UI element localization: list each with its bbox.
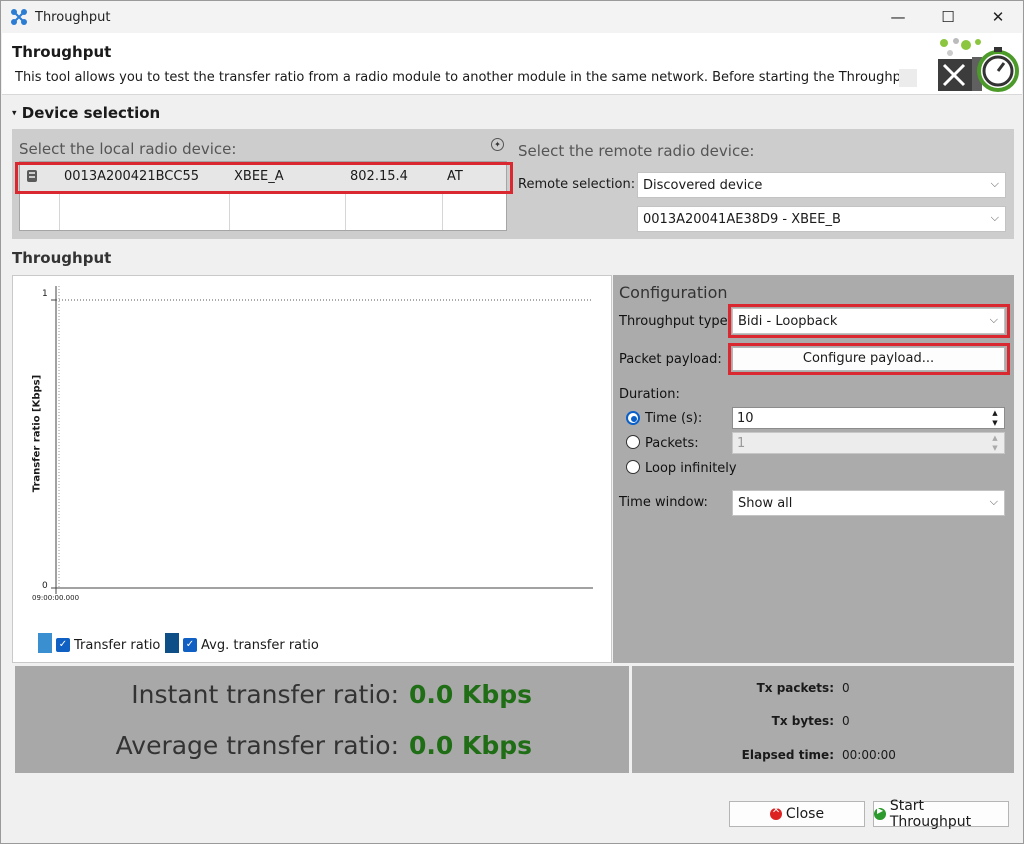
remote-device-label: Select the remote radio device: bbox=[518, 142, 755, 160]
remote-device-dropdown[interactable]: 0013A20041AE38D9 - XBEE_B ⌵ bbox=[637, 206, 1006, 232]
throughput-window: Throughput — ☐ ✕ Throughput This tool al… bbox=[0, 0, 1024, 844]
y-tick-top: 1 bbox=[42, 289, 48, 299]
legend-avg-checkbox[interactable]: ✓ bbox=[183, 638, 197, 652]
throughput-type-label: Throughput type bbox=[619, 314, 728, 329]
header-description: This tool allows you to test the transfe… bbox=[15, 70, 915, 85]
elapsed-time-value: 00:00:00 bbox=[842, 748, 896, 762]
close-window-button[interactable]: ✕ bbox=[973, 1, 1023, 33]
configuration-panel: Configuration Throughput type Bidi - Loo… bbox=[613, 275, 1014, 663]
packets-label: Packets: bbox=[645, 436, 699, 451]
throughput-tool-icon bbox=[930, 35, 1022, 95]
spinner-arrows-icon[interactable]: ▲ ▼ bbox=[986, 408, 1004, 428]
configuration-title: Configuration bbox=[619, 283, 728, 302]
legend-transfer-label: Transfer ratio bbox=[74, 638, 161, 653]
close-circle-icon: ✕ bbox=[769, 805, 782, 820]
legend-avg-label: Avg. transfer ratio bbox=[201, 638, 319, 653]
time-window-dropdown[interactable]: Show all ⌵ bbox=[732, 490, 1005, 516]
title-bar: Throughput — ☐ ✕ bbox=[1, 1, 1023, 33]
packets-spinner: 1 ▲ ▼ bbox=[732, 432, 1005, 454]
throughput-chart: 1 0 09:00:00.000 Transfer ratio [Kbps] ✓… bbox=[12, 275, 612, 663]
remote-selection-dropdown[interactable]: Discovered device ⌵ bbox=[637, 172, 1006, 198]
instant-ratio-label: Instant transfer ratio: bbox=[131, 680, 399, 709]
tx-packets-label: Tx packets: bbox=[756, 681, 834, 695]
xctu-app-icon bbox=[10, 8, 28, 26]
description-scroll-box bbox=[899, 69, 917, 87]
spinner-arrows-icon: ▲ ▼ bbox=[992, 434, 998, 452]
tx-packets-value: 0 bbox=[842, 681, 850, 695]
throughput-section-header: Throughput bbox=[12, 249, 112, 267]
packets-radio[interactable] bbox=[626, 435, 640, 449]
loop-infinitely-radio[interactable] bbox=[626, 460, 640, 474]
packet-payload-label: Packet payload: bbox=[619, 352, 722, 367]
chart-canvas bbox=[51, 286, 593, 594]
legend-avg-swatch bbox=[165, 633, 179, 653]
configure-payload-highlight bbox=[728, 343, 1010, 375]
close-button[interactable]: ✕ Close bbox=[729, 801, 865, 827]
transfer-ratio-stats: Instant transfer ratio: 0.0 Kbps Average… bbox=[15, 666, 629, 773]
throughput-type-highlight bbox=[728, 304, 1010, 338]
packet-stats: Tx packets: 0 Tx bytes: 0 Elapsed time: … bbox=[632, 666, 1014, 773]
header-title: Throughput bbox=[12, 43, 112, 61]
chevron-down-icon: ⌵ bbox=[990, 177, 999, 190]
start-throughput-button[interactable]: ▶ Start Throughput bbox=[873, 798, 1009, 830]
tx-bytes-value: 0 bbox=[842, 714, 850, 728]
play-icon: ▶ bbox=[874, 806, 886, 820]
time-window-label: Time window: bbox=[619, 495, 708, 510]
collapse-arrow-icon: ▾ bbox=[12, 108, 17, 119]
average-ratio-label: Average transfer ratio: bbox=[115, 731, 399, 760]
tx-bytes-label: Tx bytes: bbox=[771, 714, 834, 728]
chevron-down-icon: ⌵ bbox=[989, 495, 998, 508]
time-label: Time (s): bbox=[645, 411, 703, 426]
loop-infinitely-label: Loop infinitely bbox=[645, 461, 737, 476]
tool-header: Throughput This tool allows you to test … bbox=[2, 33, 1022, 95]
local-device-label: Select the local radio device: bbox=[19, 140, 237, 158]
local-device-highlight bbox=[15, 162, 513, 194]
discover-devices-icon[interactable]: ✦ bbox=[491, 138, 504, 151]
device-selection-header[interactable]: ▾ Device selection bbox=[12, 104, 160, 122]
average-ratio-value: 0.0 Kbps bbox=[409, 731, 533, 760]
chevron-down-icon: ⌵ bbox=[990, 211, 999, 224]
device-selection-panel: Select the local radio device: ✦ 0013A20… bbox=[12, 129, 1014, 239]
duration-label: Duration: bbox=[619, 387, 680, 402]
remote-selection-label: Remote selection: bbox=[518, 177, 636, 192]
minimize-button[interactable]: — bbox=[873, 1, 923, 33]
legend-transfer-checkbox[interactable]: ✓ bbox=[56, 638, 70, 652]
y-axis-label: Transfer ratio [Kbps] bbox=[31, 374, 43, 493]
legend-transfer-swatch bbox=[38, 633, 52, 653]
x-tick-start: 09:00:00.000 bbox=[32, 594, 80, 602]
maximize-button[interactable]: ☐ bbox=[923, 1, 973, 33]
instant-ratio-value: 0.0 Kbps bbox=[409, 680, 533, 709]
elapsed-time-label: Elapsed time: bbox=[741, 748, 834, 762]
time-spinner[interactable]: 10 ▲ ▼ bbox=[732, 407, 1005, 429]
y-tick-bottom: 0 bbox=[42, 581, 48, 591]
window-title: Throughput bbox=[35, 9, 111, 25]
time-radio[interactable] bbox=[626, 411, 640, 425]
